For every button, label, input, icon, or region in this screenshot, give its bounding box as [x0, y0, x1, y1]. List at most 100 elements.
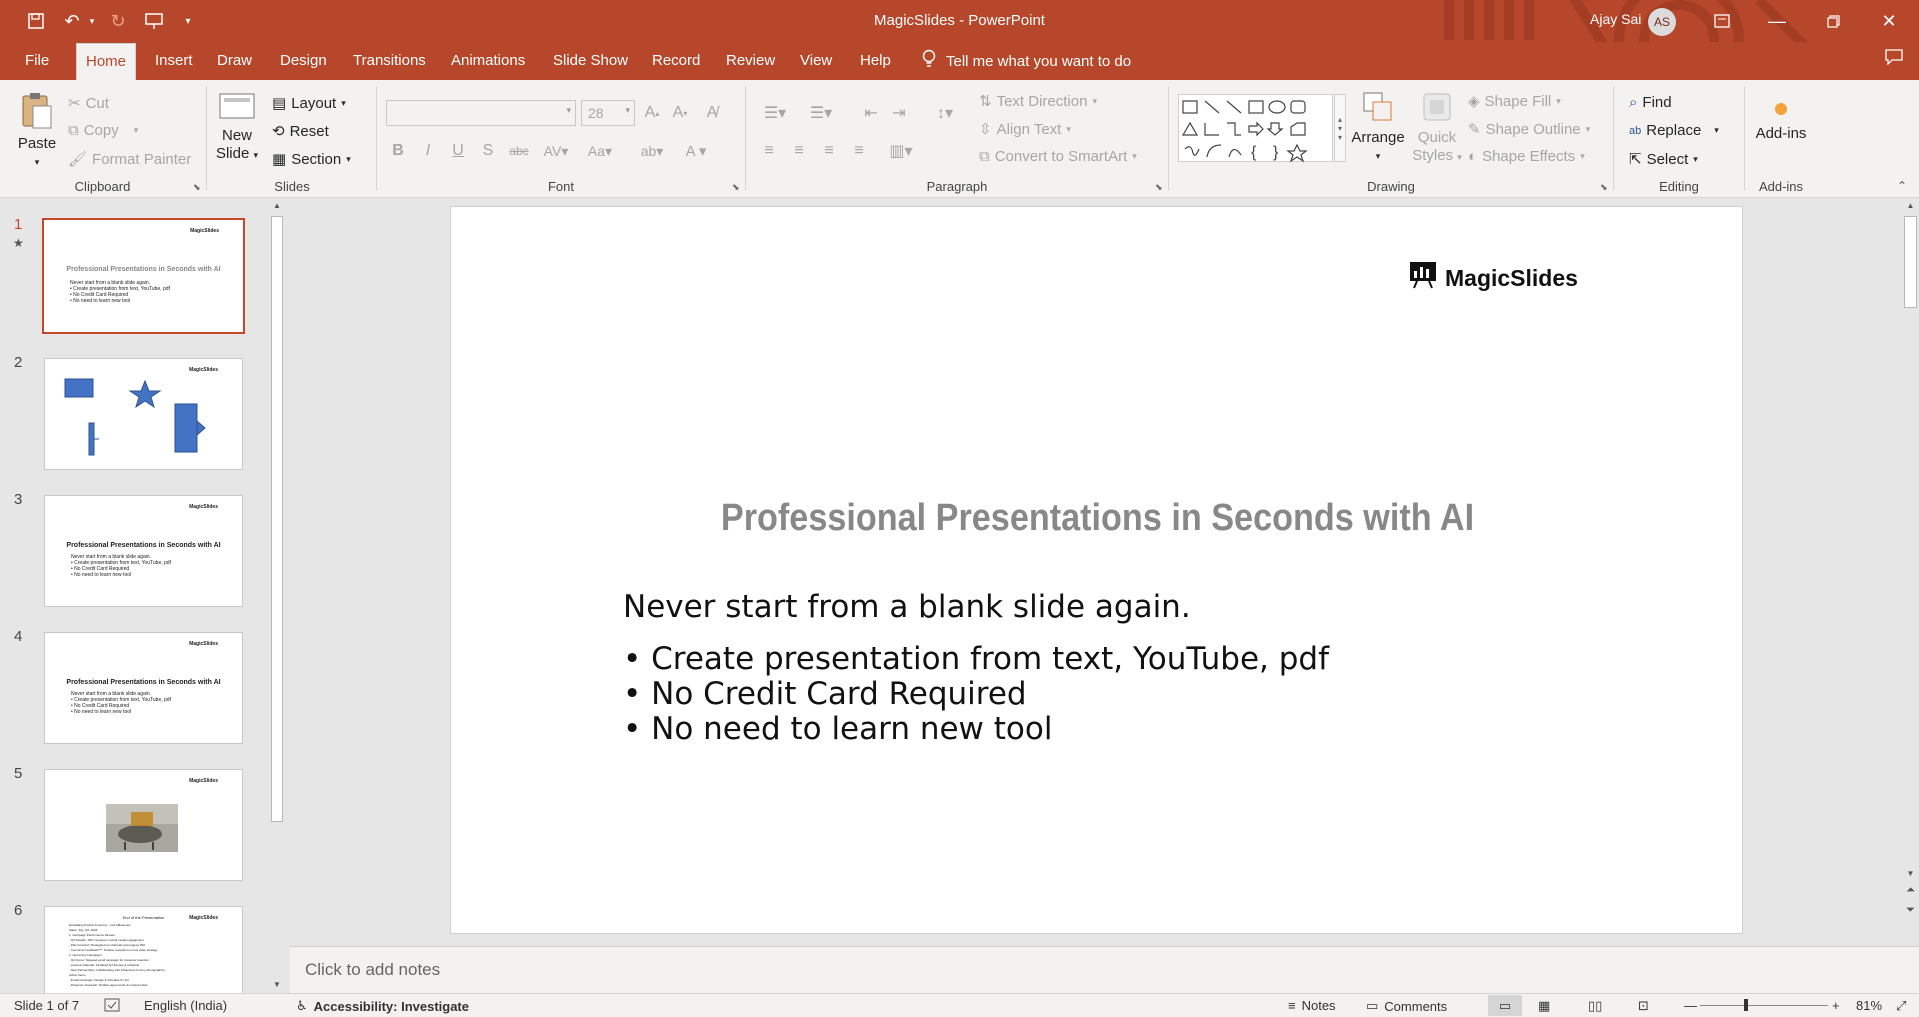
format-painter-button[interactable]: 🖌 Format Painter: [68, 150, 191, 169]
font-color-icon[interactable]: A ▾: [678, 138, 714, 164]
slide-sorter-icon[interactable]: ▦: [1538, 998, 1550, 1014]
align-center-icon[interactable]: ≡: [787, 138, 811, 164]
slide-title[interactable]: Professional Presentations in Seconds wi…: [516, 497, 1680, 540]
strikethrough-icon[interactable]: abc: [506, 138, 532, 164]
slide-bullet[interactable]: • No Credit Card Required: [623, 676, 1027, 712]
tab-slide-show[interactable]: Slide Show: [544, 42, 637, 80]
shapes-gallery-scroll[interactable]: ▴ ▾ ▾: [1334, 94, 1346, 162]
comments-button[interactable]: ▭ Comments: [1366, 998, 1447, 1014]
text-shadow-icon[interactable]: S: [476, 138, 500, 164]
decrease-indent-icon[interactable]: ⇤: [859, 100, 883, 126]
arrange-button[interactable]: Arrange ▾: [1348, 90, 1408, 165]
close-icon[interactable]: ✕: [1861, 0, 1917, 42]
normal-view-icon[interactable]: ▭: [1488, 995, 1522, 1016]
zoom-slider-thumb[interactable]: [1744, 999, 1748, 1011]
highlight-color-icon[interactable]: ab▾: [634, 138, 670, 164]
thumbnail-slide-5[interactable]: MagicSlides: [44, 769, 243, 881]
numbering-icon[interactable]: ☰▾: [803, 100, 839, 126]
spelling-check-icon[interactable]: [104, 998, 120, 1012]
tab-record[interactable]: Record: [643, 42, 709, 80]
zoom-in-icon[interactable]: +: [1832, 998, 1840, 1013]
scroll-up-icon[interactable]: ▲: [1902, 198, 1919, 214]
thumbnails-scrollbar[interactable]: ▲ ▼: [268, 198, 286, 993]
slide-info[interactable]: Slide 1 of 7: [14, 998, 79, 1013]
collapse-ribbon-icon[interactable]: ⌃: [1892, 178, 1912, 194]
align-left-icon[interactable]: ≡: [757, 138, 781, 164]
decrease-font-size-icon[interactable]: A ▾: [668, 100, 692, 126]
reset-button[interactable]: ⟲ Reset: [272, 122, 329, 141]
thumbnail-slide-6[interactable]: MagicSlides End of the Presentation Esca…: [44, 906, 243, 993]
layout-button[interactable]: ▤ Layout ▾: [272, 94, 346, 113]
thumbnail-slide-4[interactable]: MagicSlides Professional Presentations i…: [44, 632, 243, 744]
tab-draw[interactable]: Draw: [208, 42, 261, 80]
current-slide[interactable]: MagicSlides Professional Presentations i…: [450, 206, 1743, 934]
increase-indent-icon[interactable]: ⇥: [887, 100, 911, 126]
tab-view[interactable]: View: [791, 42, 841, 80]
reading-view-icon[interactable]: ▯▯: [1588, 998, 1602, 1014]
editor-scrollbar[interactable]: ▲ ▼ ⏶ ⏷: [1902, 198, 1919, 945]
select-button[interactable]: ⇱ Select ▾: [1629, 150, 1698, 169]
shape-outline-button[interactable]: ✎ Shape Outline ▾: [1468, 120, 1590, 139]
font-name-combo[interactable]: ▾: [386, 100, 576, 126]
scroll-down-icon[interactable]: ▼: [268, 977, 286, 993]
clipboard-launcher-icon[interactable]: ⬊: [193, 182, 203, 192]
slideshow-view-icon[interactable]: ⊡: [1638, 998, 1649, 1014]
scroll-down-icon[interactable]: ▼: [1902, 866, 1919, 882]
text-direction-button[interactable]: ⇅ Text Direction ▾: [979, 92, 1097, 111]
find-button[interactable]: ⌕ Find: [1629, 94, 1672, 111]
tab-transitions[interactable]: Transitions: [344, 42, 435, 80]
paragraph-launcher-icon[interactable]: ⬊: [1155, 182, 1165, 192]
minimize-icon[interactable]: —: [1749, 0, 1805, 42]
increase-font-size-icon[interactable]: A ▴: [640, 100, 664, 126]
new-slide-button[interactable]: New Slide ▾: [212, 90, 262, 164]
section-button[interactable]: ▦ Section ▾: [272, 150, 351, 169]
align-right-icon[interactable]: ≡: [817, 138, 841, 164]
tab-help[interactable]: Help: [851, 42, 900, 80]
shape-fill-button[interactable]: ◈ Shape Fill ▾: [1468, 92, 1561, 111]
quick-styles-button[interactable]: Quick Styles ▾: [1410, 90, 1464, 166]
cut-button[interactable]: ✂ Cut: [68, 94, 109, 113]
slide-subtitle[interactable]: Never start from a blank slide again.: [623, 589, 1191, 625]
thumbnail-slide-3[interactable]: MagicSlides Professional Presentations i…: [44, 495, 243, 607]
accessibility-status[interactable]: ♿ Accessibility: Investigate: [296, 998, 469, 1014]
tab-home[interactable]: Home: [76, 43, 137, 80]
tab-review[interactable]: Review: [717, 42, 784, 80]
slide-bullet[interactable]: • No need to learn new tool: [623, 711, 1052, 747]
bullets-icon[interactable]: ☰▾: [757, 100, 793, 126]
drawing-launcher-icon[interactable]: ⬊: [1600, 182, 1610, 192]
paste-button[interactable]: Paste ▾: [14, 90, 60, 171]
thumbnail-slide-2[interactable]: MagicSlides: [44, 358, 243, 470]
scroll-up-icon[interactable]: ▲: [268, 198, 286, 214]
tab-animations[interactable]: Animations: [442, 42, 534, 80]
zoom-out-icon[interactable]: —: [1684, 998, 1697, 1013]
comments-pane-icon[interactable]: [1876, 42, 1912, 80]
notes-button[interactable]: ≡ Notes: [1288, 998, 1336, 1013]
underline-icon[interactable]: U: [446, 138, 470, 164]
slide-bullet[interactable]: • Create presentation from text, YouTube…: [623, 641, 1329, 677]
font-size-combo[interactable]: 28 ▾: [581, 100, 635, 126]
user-name[interactable]: Ajay Sai: [1590, 11, 1641, 27]
notes-pane[interactable]: Click to add notes: [290, 946, 1919, 993]
scroll-thumb[interactable]: [271, 216, 283, 822]
italic-icon[interactable]: I: [416, 138, 440, 164]
replace-button[interactable]: ab Replace ▾: [1629, 122, 1719, 139]
add-ins-button[interactable]: Add-ins: [1750, 98, 1812, 143]
avatar[interactable]: AS: [1648, 8, 1676, 36]
tab-file[interactable]: File: [16, 42, 58, 80]
zoom-level[interactable]: 81%: [1856, 998, 1882, 1013]
previous-slide-icon[interactable]: ⏶: [1902, 884, 1919, 904]
line-spacing-icon[interactable]: ↕▾: [927, 100, 963, 126]
fit-to-window-icon[interactable]: ⤢: [1896, 998, 1906, 1014]
shape-effects-button[interactable]: ◐ Shape Effects ▾: [1468, 148, 1585, 165]
maximize-icon[interactable]: [1805, 0, 1861, 42]
convert-smartart-button[interactable]: ⧉ Convert to SmartArt ▾: [979, 148, 1137, 165]
tab-insert[interactable]: Insert: [146, 42, 202, 80]
clear-formatting-icon[interactable]: A̸: [700, 100, 724, 126]
next-slide-icon[interactable]: ⏷: [1902, 904, 1919, 924]
columns-icon[interactable]: ▥▾: [883, 138, 919, 164]
character-spacing-icon[interactable]: AV▾: [538, 138, 574, 164]
copy-button[interactable]: ⧉ Copy ▾: [68, 122, 138, 139]
font-launcher-icon[interactable]: ⬊: [732, 182, 742, 192]
justify-icon[interactable]: ≡: [847, 138, 871, 164]
align-text-button[interactable]: ⇳ Align Text ▾: [979, 120, 1071, 139]
